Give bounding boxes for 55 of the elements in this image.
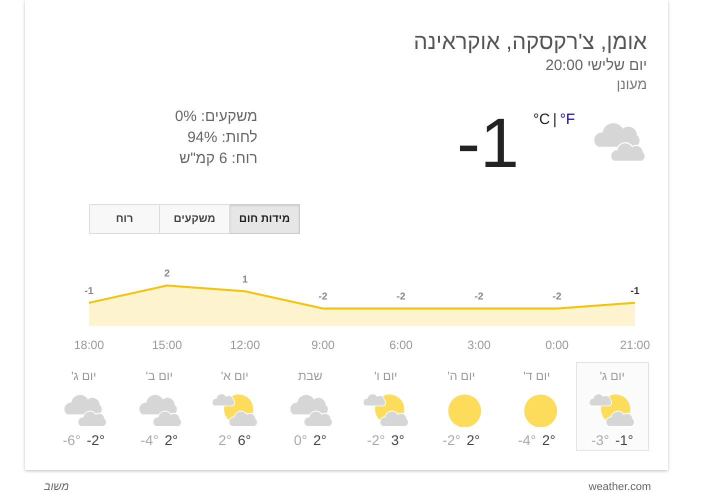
detail-text: לחות: 94% bbox=[187, 128, 258, 148]
data-label: 1 bbox=[242, 274, 248, 286]
day-name: יום ו' bbox=[374, 369, 398, 385]
high-temperature: 2° bbox=[313, 432, 327, 448]
axis-label: 12:00 bbox=[228, 338, 262, 352]
high-temperature: 2° bbox=[466, 432, 480, 448]
unit-link[interactable]: °C bbox=[533, 111, 550, 128]
day-name: שבת bbox=[298, 369, 322, 385]
condition-text: מעונן bbox=[616, 75, 647, 94]
location-title: אומן, צ'רקסקה, אוקראינה bbox=[414, 28, 647, 56]
low-temperature: -6° bbox=[62, 432, 81, 448]
axis-label: 21:00 bbox=[618, 338, 652, 352]
axis-label: 18:00 bbox=[72, 338, 106, 352]
tab[interactable]: מידות חום bbox=[229, 204, 300, 234]
separator: | bbox=[552, 111, 557, 128]
low-temperature: -2° bbox=[442, 432, 461, 448]
low-temperature: -2° bbox=[367, 432, 386, 448]
day-name: יום ג' bbox=[600, 369, 625, 385]
high-temperature: 3° bbox=[391, 432, 404, 448]
data-label: -1 bbox=[630, 286, 640, 297]
axis-label: 0:00 bbox=[544, 338, 570, 352]
detail-text: רוח: 6 קמ"ש bbox=[179, 149, 258, 169]
day-name: יום א' bbox=[220, 369, 249, 385]
axis-label: 15:00 bbox=[150, 338, 184, 352]
source-link[interactable]: weather.com bbox=[588, 481, 651, 493]
data-label: -2 bbox=[474, 292, 484, 302]
tab[interactable]: רוח bbox=[89, 204, 160, 234]
feedback-link[interactable]: משוב bbox=[44, 481, 69, 493]
low-temperature: 0° bbox=[294, 432, 308, 448]
data-label: -2 bbox=[318, 292, 328, 302]
tab[interactable]: משקעים bbox=[159, 204, 230, 234]
axis-label: 6:00 bbox=[388, 338, 414, 352]
day-name: יום ג' bbox=[71, 369, 96, 385]
data-label: 2 bbox=[164, 268, 170, 280]
low-temperature: -4° bbox=[140, 432, 159, 448]
axis-label: 9:00 bbox=[310, 338, 336, 352]
current-temperature: -1 bbox=[456, 110, 520, 176]
day-name: יום ה' bbox=[447, 369, 476, 385]
data-label: -1 bbox=[84, 286, 94, 297]
low-temperature: -4° bbox=[518, 432, 536, 448]
detail-text: משקעים: 0% bbox=[175, 107, 258, 127]
date-time: יום שלישי 20:00 bbox=[546, 56, 647, 75]
low-temperature: -3° bbox=[591, 432, 610, 448]
high-temperature: -2° bbox=[86, 432, 105, 448]
high-temperature: 2° bbox=[164, 432, 178, 448]
data-label: -2 bbox=[396, 292, 406, 302]
unit-link[interactable]: °F bbox=[560, 111, 575, 128]
low-temperature: 2° bbox=[218, 432, 232, 448]
high-temperature: 6° bbox=[238, 432, 252, 448]
day-name: יום ד' bbox=[523, 369, 550, 385]
day-name: יום ב' bbox=[146, 369, 173, 385]
high-temperature: 2° bbox=[542, 432, 556, 448]
data-label: -2 bbox=[552, 292, 562, 302]
high-temperature: -1° bbox=[615, 432, 634, 448]
axis-label: 3:00 bbox=[466, 338, 492, 352]
